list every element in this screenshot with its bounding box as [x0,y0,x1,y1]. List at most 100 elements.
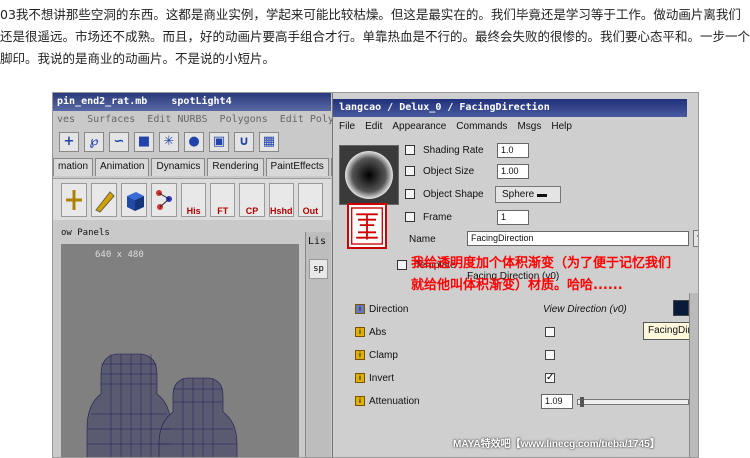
attr-abs: i Abs [355,324,386,340]
sparkle-icon[interactable]: ✳ [159,132,179,152]
tab-rendering[interactable]: Rendering [207,158,264,176]
shelf-out-label: Out [302,206,319,216]
shelf-his-label: His [186,206,201,216]
attenuation-slider[interactable] [577,397,689,407]
attribute-editor-title: langcao / Delux_0 / FacingDirection [333,99,687,117]
attr-direction: i Direction [355,301,408,317]
grid-icon[interactable]: ▦ [259,132,279,152]
outliner-label: Lis [308,236,327,247]
seal-stamp-logo [347,203,387,249]
pencil-tool-icon[interactable] [91,183,117,217]
info-icon: i [355,373,365,383]
direction-value: View Direction (v0) [543,303,627,315]
shelf-ft-label: FT [217,206,229,216]
chevron-down-icon: ▬ [537,189,548,200]
object-size-field[interactable]: 1.00 [497,164,529,179]
object-shape-row: Object Shape [405,185,484,203]
maya-title-bar: pin_end2_rat.mb spotLight4 [53,93,331,111]
menu-edit[interactable]: Edit [365,121,382,133]
outliner-button[interactable]: sp [309,259,328,279]
abs-checkbox[interactable] [545,327,555,337]
vertical-scrollbar[interactable] [689,293,698,457]
shelf-out-button[interactable]: Out [297,183,324,217]
paint-select-icon[interactable]: ∽ [109,132,129,152]
object-shape-dropdown[interactable]: Sphere ▬ [495,186,561,203]
object-shape-value: Sphere [502,189,535,200]
attribute-editor-window: langcao / Delux_0 / FacingDirection File… [332,93,698,457]
direction-value-row: View Direction (v0) [543,300,627,318]
tab-mation[interactable]: mation [53,158,94,176]
bottles-wireframe [86,353,238,457]
move-tool-icon[interactable] [61,183,87,217]
shelf-hshd-button[interactable]: Hshd [268,183,294,217]
article-paragraph: 03我不想讲那些空洞的东西。这都是商业实例，学起来可能比较枯燥。但这是最实在的。… [0,7,750,66]
abs-label: Abs [369,326,387,338]
shelf-cp-button[interactable]: CP [239,183,265,217]
lasso-icon[interactable]: ℘ [84,132,104,152]
tab-animation[interactable]: Animation [95,158,150,176]
arrow-left-icon[interactable]: ⇦ [693,230,698,247]
maya-menu-bar[interactable]: ves Surfaces Edit NURBS Polygons Edit Po… [53,112,352,128]
sphere-icon[interactable]: ● [184,132,204,152]
attribute-editor-menu: File Edit Appearance Commands Msgs Help [333,119,687,135]
maya-main-window: pin_end2_rat.mb spotLight4 ves Surfaces … [53,93,352,457]
watermark-text: MAYA特效吧【www.linecg.com/tieba/1745】 [453,439,660,450]
name-field[interactable]: FacingDirection [467,231,689,246]
shelf-buttons: His FT CP Hshd Out [53,178,331,220]
shading-rate-checkbox[interactable] [405,145,415,155]
menu-file[interactable]: File [339,121,355,133]
attr-invert: i Invert [355,370,394,386]
invert-label: Invert [369,372,395,384]
direction-label: Direction [369,303,409,315]
panel-menu[interactable]: ow Panels [53,228,331,242]
attr-clamp: i Clamp [355,347,398,363]
tab-dynamics[interactable]: Dynamics [151,158,206,176]
magnet-icon[interactable]: ∪ [234,132,254,152]
shading-rate-label: Shading Rate [423,144,484,156]
clamp-label: Clamp [369,349,398,361]
info-icon: i [355,350,365,360]
hypergraph-icon[interactable] [151,183,177,217]
object-size-checkbox[interactable] [405,166,415,176]
frame-row: Frame [405,208,452,226]
shelf-cp-label: CP [245,206,259,216]
shading-rate-row: Shading Rate [405,141,484,159]
resolution-gate-label: 640 x 480 [95,250,144,260]
outliner-strip: Lis sp [305,232,331,457]
object-shape-checkbox[interactable] [405,189,415,199]
invert-checkbox[interactable]: ✓ [545,373,555,383]
object-shape-label: Object Shape [423,188,484,200]
template-checkbox[interactable] [397,260,407,270]
shelf-tabs: mation Animation Dynamics Rendering Pain… [53,158,347,176]
object-size-row: Object Size [405,162,474,180]
direction-connect-button[interactable] [673,300,689,316]
shelf-hshd-label: Hshd [269,206,293,216]
name-label: Name [409,233,436,245]
object-size-label: Object Size [423,165,475,177]
add-icon[interactable]: + [59,132,79,152]
menu-msgs[interactable]: Msgs [517,121,541,133]
attenuation-field[interactable]: 1.09 [541,394,573,409]
cube-icon[interactable]: ■ [134,132,154,152]
status-line-toolbar: + ℘ ∽ ■ ✳ ● ▣ ∪ ▦ [53,130,331,156]
shelf-ft-button[interactable]: FT [210,183,236,217]
name-row: Name [393,230,436,248]
maya-screenshot: pin_end2_rat.mb spotLight4 ves Surfaces … [52,92,699,458]
annotation-text: 我给透明度加个体积渐变（为了便于记忆我们就给他叫体积渐变）材质。哈哈...... [411,256,672,293]
material-swatch[interactable] [339,145,399,205]
tab-painteffects[interactable]: PaintEffects [265,158,329,176]
menu-appearance[interactable]: Appearance [392,121,446,133]
lock-icon[interactable]: ▣ [209,132,229,152]
blue-cube-icon[interactable] [121,183,147,217]
menu-commands[interactable]: Commands [456,121,507,133]
slider-handle[interactable] [580,397,584,407]
menu-help[interactable]: Help [551,121,572,133]
frame-checkbox[interactable] [405,212,415,222]
shading-rate-field[interactable]: 1.0 [497,143,529,158]
frame-label: Frame [423,211,452,223]
shelf-his-button[interactable]: His [181,183,207,217]
attr-attenuation: i Attenuation [355,393,420,409]
perspective-viewport[interactable]: 640 x 480 [61,244,299,457]
frame-field[interactable]: 1 [497,210,529,225]
clamp-checkbox[interactable] [545,350,555,360]
